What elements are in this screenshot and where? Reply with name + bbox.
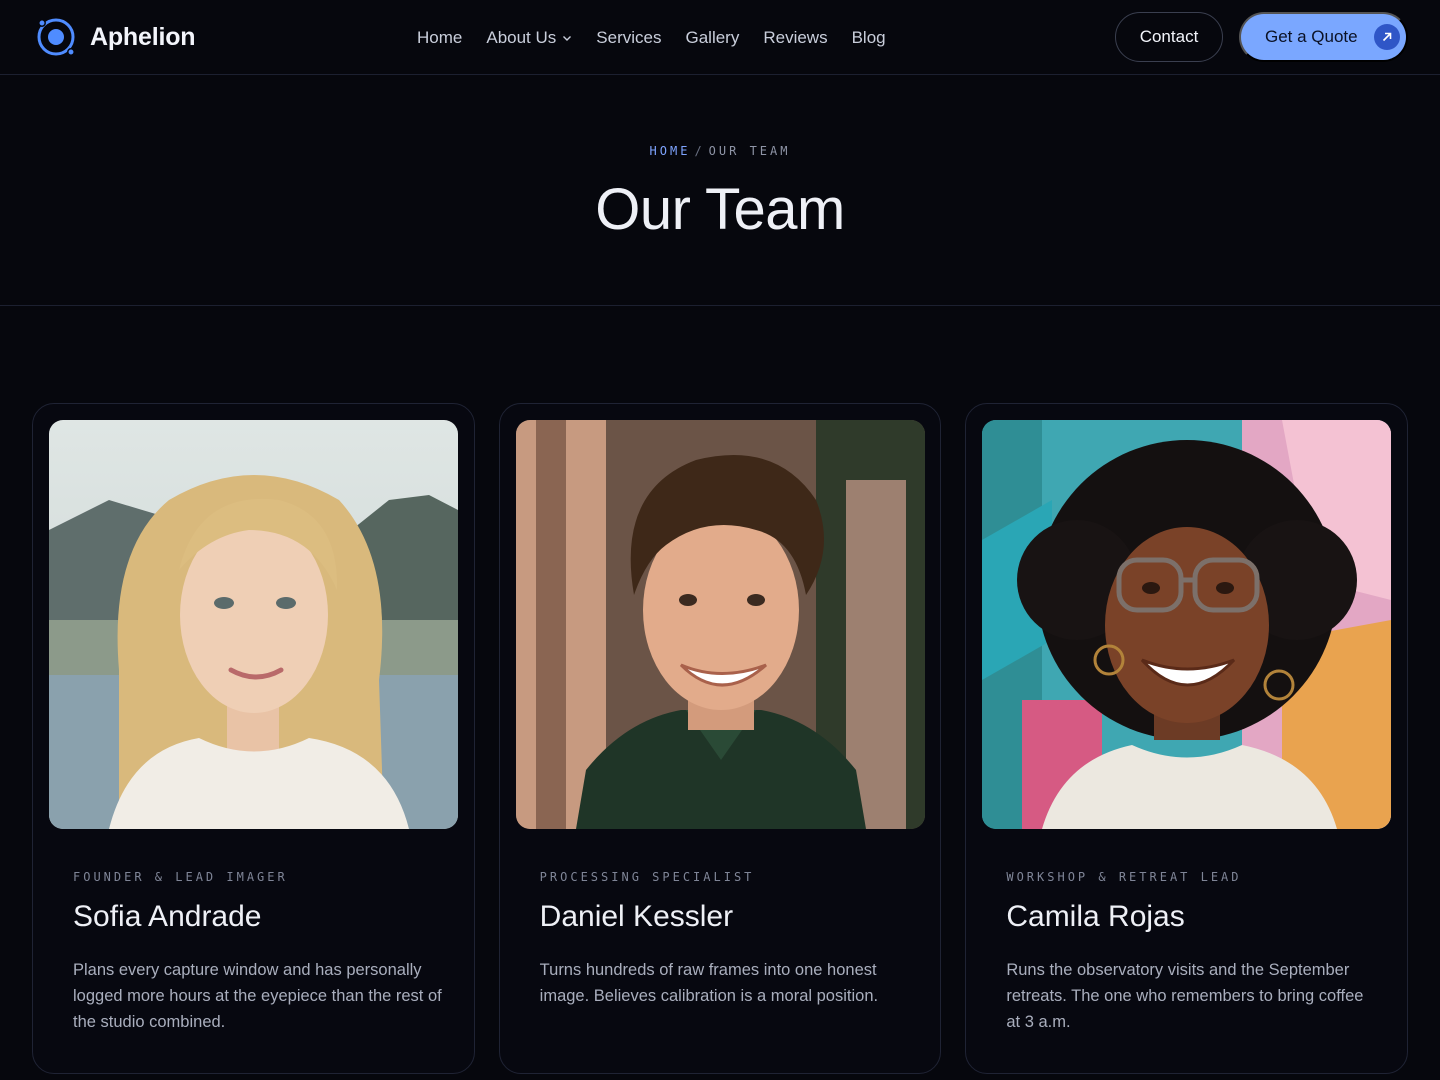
- team-member-photo: [49, 420, 458, 829]
- page-hero: HOME / OUR TEAM Our Team: [0, 76, 1440, 306]
- arrow-up-right-icon: [1373, 24, 1400, 50]
- breadcrumb-separator: /: [694, 144, 705, 158]
- nav-link-label: Home: [417, 27, 463, 47]
- get-a-quote-label: Get a Quote: [1265, 27, 1358, 46]
- top-navigation: Aphelion Home About Us Services Gallery …: [0, 0, 1440, 75]
- nav-link-label: Gallery: [685, 27, 740, 47]
- nav-link-label: Reviews: [763, 27, 828, 47]
- team-grid: FOUNDER & LEAD IMAGER Sofia Andrade Plan…: [32, 403, 1409, 1074]
- team-card: FOUNDER & LEAD IMAGER Sofia Andrade Plan…: [32, 403, 475, 1074]
- brand-logo-link[interactable]: Aphelion: [34, 15, 196, 59]
- nav-link-label: Blog: [851, 27, 886, 47]
- team-member-bio: Plans every capture window and has perso…: [73, 961, 442, 1031]
- team-member-role: FOUNDER & LEAD IMAGER: [73, 870, 288, 884]
- nav-link-blog[interactable]: Blog: [852, 28, 886, 48]
- nav-link-label: Services: [596, 27, 662, 47]
- team-member-photo: [982, 420, 1392, 829]
- contact-button[interactable]: Contact: [1115, 12, 1223, 62]
- page-title: Our Team: [595, 177, 845, 242]
- chevron-down-icon: [563, 35, 572, 41]
- team-member-role: PROCESSING SPECIALIST: [539, 870, 755, 884]
- get-a-quote-button[interactable]: Get a Quote: [1239, 12, 1408, 62]
- nav-link-label: About Us: [486, 27, 557, 47]
- nav-link-home[interactable]: Home: [417, 28, 462, 48]
- nav-link-services[interactable]: Services: [596, 28, 661, 48]
- breadcrumb: HOME / OUR TEAM: [0, 144, 1440, 158]
- breadcrumb-current: OUR TEAM: [708, 144, 791, 158]
- team-member-bio: Turns hundreds of raw frames into one ho…: [539, 961, 879, 1005]
- team-card: WORKSHOP & RETREAT LEAD Camila Rojas Run…: [965, 403, 1409, 1074]
- team-member-bio: Runs the observatory visits and the Sept…: [1006, 961, 1364, 1031]
- team-member-name: Sofia Andrade: [73, 900, 262, 933]
- team-member-role: WORKSHOP & RETREAT LEAD: [1006, 870, 1242, 884]
- team-member-photo: [515, 420, 925, 829]
- nav-link-about-us[interactable]: About Us: [486, 28, 572, 48]
- orbit-logo-icon: [37, 18, 75, 56]
- team-card: PROCESSING SPECIALIST Daniel Kessler Tur…: [498, 403, 942, 1074]
- nav-link-reviews[interactable]: Reviews: [763, 28, 827, 48]
- main-menu: Home About Us Services Gallery Reviews B…: [417, 0, 886, 75]
- breadcrumb-home-link[interactable]: HOME: [650, 144, 691, 158]
- team-member-name: Camila Rojas: [1006, 900, 1185, 933]
- brand-name: Aphelion: [90, 22, 196, 51]
- team-member-name: Daniel Kessler: [539, 900, 734, 933]
- nav-link-gallery[interactable]: Gallery: [685, 28, 739, 48]
